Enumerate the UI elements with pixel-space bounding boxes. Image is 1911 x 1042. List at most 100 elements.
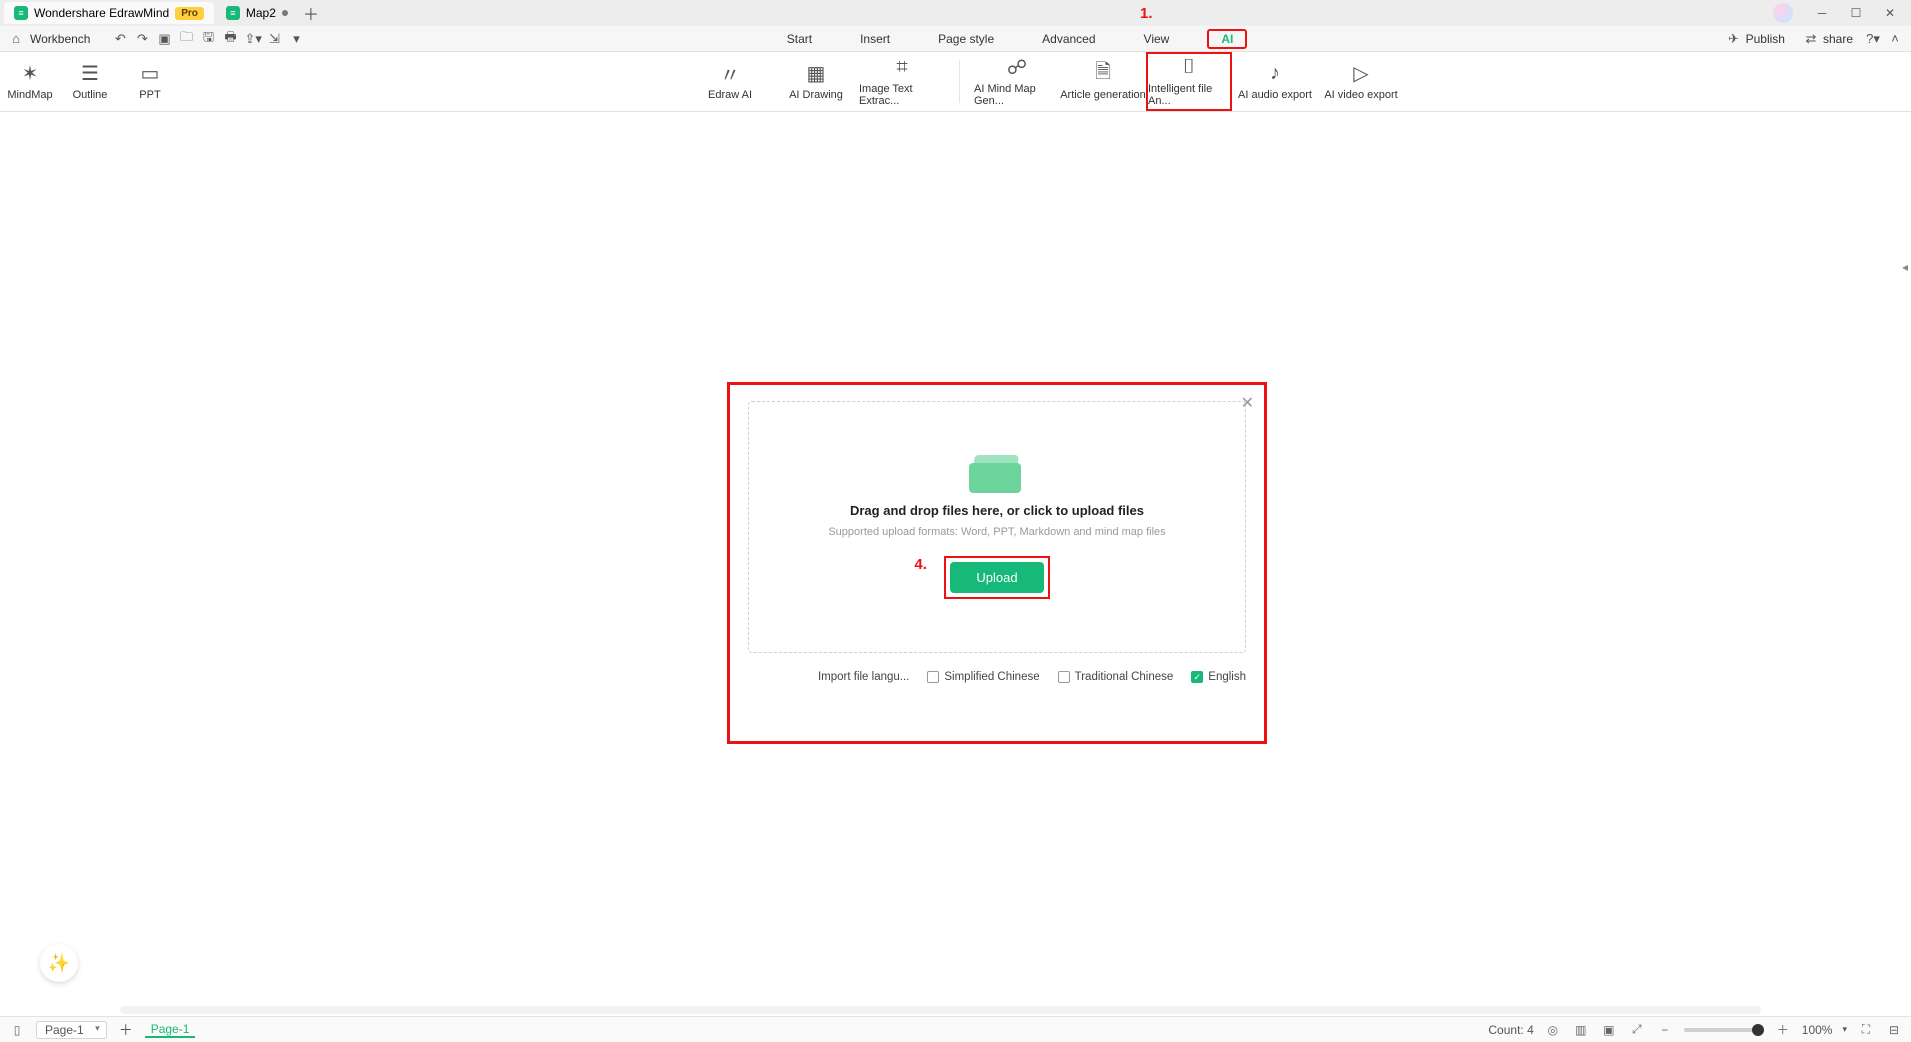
app-name-label: Wondershare EdrawMind bbox=[34, 6, 169, 20]
zoom-level-label[interactable]: 100% bbox=[1802, 1023, 1833, 1037]
ai-image-text-extract[interactable]: ⌗Image Text Extrac... bbox=[859, 52, 945, 111]
save-button[interactable]: 🖫 bbox=[200, 28, 216, 50]
article-icon: 🗎 bbox=[1095, 63, 1111, 85]
minimize-button[interactable]: ─ bbox=[1805, 1, 1839, 25]
open-file-button[interactable]: 🗀 bbox=[178, 28, 194, 50]
modal-close-button[interactable]: ✕ bbox=[1241, 393, 1254, 413]
drop-zone[interactable]: Drag and drop files here, or click to up… bbox=[748, 401, 1246, 653]
file-analysis-icon: ⌷ bbox=[1183, 57, 1195, 79]
lang-english[interactable]: ✓English bbox=[1191, 671, 1246, 683]
share-button[interactable]: ⇄share bbox=[1797, 31, 1859, 47]
maximize-button[interactable]: ☐ bbox=[1839, 1, 1873, 25]
fullscreen-button[interactable]: ⛶ bbox=[1857, 1022, 1875, 1037]
add-page-button[interactable]: ＋ bbox=[117, 1020, 135, 1040]
collapse-status-button[interactable]: ⊟ bbox=[1885, 1023, 1903, 1037]
more-toolbar-button[interactable]: ▾ bbox=[288, 31, 304, 47]
panel-toggle-button[interactable]: ▯ bbox=[8, 1023, 26, 1037]
outline-icon: ☰ bbox=[81, 63, 99, 85]
print-button[interactable]: 🖶 bbox=[222, 28, 238, 50]
upload-button-highlight: Upload bbox=[944, 556, 1049, 599]
menu-row: ⌂ Workbench ↶ ↷ ▣ 🗀 🖫 🖶 ⇪▾ ⇲ ▾ Start Ins… bbox=[0, 26, 1911, 52]
app-tab[interactable]: ≡ Wondershare EdrawMind Pro bbox=[4, 2, 214, 24]
import-button[interactable]: ⇲ bbox=[266, 31, 282, 47]
ai-drawing-icon: ▦ bbox=[807, 63, 826, 85]
presentation-icon[interactable]: ▣ bbox=[1600, 1023, 1618, 1037]
new-tab-button[interactable]: ＋ bbox=[300, 2, 322, 24]
drop-headline: Drag and drop files here, or click to up… bbox=[850, 503, 1144, 518]
menu-start[interactable]: Start bbox=[777, 29, 822, 49]
unsaved-dot-icon bbox=[282, 10, 288, 16]
close-window-button[interactable]: ✕ bbox=[1873, 1, 1907, 25]
redo-button[interactable]: ↷ bbox=[134, 31, 150, 47]
folder-icon bbox=[969, 455, 1025, 495]
ribbon: ✶MindMap ☰Outline ▭PPT 〃Edraw AI ▦AI Dra… bbox=[0, 52, 1911, 112]
horizontal-scrollbar[interactable] bbox=[120, 1006, 1761, 1014]
ai-mindmap-gen[interactable]: ☍AI Mind Map Gen... bbox=[974, 52, 1060, 111]
zoom-slider[interactable] bbox=[1684, 1028, 1764, 1032]
annotation-1: 1. bbox=[1140, 5, 1153, 22]
ai-assistant-bubble[interactable]: ✨ bbox=[40, 944, 78, 982]
ai-video-export[interactable]: ▷AI video export bbox=[1318, 52, 1404, 111]
checkbox-icon bbox=[1058, 671, 1070, 683]
ai-audio-export[interactable]: ♪AI audio export bbox=[1232, 52, 1318, 111]
ai-drawing[interactable]: ▦AI Drawing bbox=[773, 52, 859, 111]
lang-simplified-chinese[interactable]: Simplified Chinese bbox=[927, 671, 1039, 683]
annotation-4: 4. bbox=[914, 556, 927, 573]
document-tab[interactable]: ≡ Map2 bbox=[216, 2, 298, 24]
viewmode-mindmap[interactable]: ✶MindMap bbox=[0, 52, 60, 111]
mindmap-icon: ✶ bbox=[22, 63, 39, 85]
menu-insert[interactable]: Insert bbox=[850, 29, 900, 49]
user-avatar[interactable] bbox=[1773, 3, 1793, 23]
publish-button[interactable]: ✈Publish bbox=[1720, 31, 1791, 47]
ai-intelligent-file-analysis[interactable]: ⌷Intelligent file An... bbox=[1146, 52, 1232, 111]
edraw-ai-icon: 〃 bbox=[720, 63, 740, 85]
upload-button[interactable]: Upload bbox=[950, 562, 1043, 593]
upload-modal-highlight: ✕ Drag and drop files here, or click to … bbox=[727, 382, 1267, 744]
menu-ai[interactable]: AI bbox=[1207, 29, 1247, 49]
lang-traditional-chinese[interactable]: Traditional Chinese bbox=[1058, 671, 1174, 683]
home-icon[interactable]: ⌂ bbox=[8, 31, 24, 46]
zoom-out-button[interactable]: − bbox=[1656, 1023, 1674, 1037]
app-logo-icon: ≡ bbox=[14, 6, 28, 20]
focus-icon[interactable]: ◎ bbox=[1544, 1023, 1562, 1037]
checkbox-icon: ✓ bbox=[1191, 671, 1203, 683]
doc-logo-icon: ≡ bbox=[226, 6, 240, 20]
view-mode-group: ✶MindMap ☰Outline ▭PPT bbox=[0, 52, 180, 111]
undo-button[interactable]: ↶ bbox=[112, 31, 128, 47]
fit-icon[interactable]: ⤢ bbox=[1628, 1022, 1646, 1037]
ai-article-gen[interactable]: 🗎Article generation bbox=[1060, 52, 1146, 111]
status-bar: ▯ Page-1 ＋ Page-1 Count: 4 ◎ ▥ ▣ ⤢ − ＋ 1… bbox=[0, 1016, 1911, 1042]
video-export-icon: ▷ bbox=[1353, 63, 1368, 85]
import-lang-label: Import file langu... bbox=[818, 671, 909, 683]
publish-icon: ✈ bbox=[1726, 31, 1742, 47]
ai-tool-group: 〃Edraw AI ▦AI Drawing ⌗Image Text Extrac… bbox=[687, 52, 1404, 111]
ai-edraw[interactable]: 〃Edraw AI bbox=[687, 52, 773, 111]
upload-modal: ✕ Drag and drop files here, or click to … bbox=[730, 385, 1264, 741]
audio-export-icon: ♪ bbox=[1270, 63, 1280, 85]
page-selector[interactable]: Page-1 bbox=[36, 1021, 107, 1039]
checkbox-icon bbox=[927, 671, 939, 683]
split-view-icon[interactable]: ▥ bbox=[1572, 1023, 1590, 1037]
main-menu: Start Insert Page style Advanced View AI bbox=[312, 29, 1711, 49]
zoom-slider-knob[interactable] bbox=[1752, 1024, 1764, 1036]
node-count-label: Count: 4 bbox=[1488, 1023, 1533, 1037]
titlebar: ≡ Wondershare EdrawMind Pro ≡ Map2 ＋ ─ ☐… bbox=[0, 0, 1911, 26]
page-tab[interactable]: Page-1 bbox=[145, 1022, 196, 1038]
drop-subtext: Supported upload formats: Word, PPT, Mar… bbox=[828, 526, 1165, 538]
document-tab-label: Map2 bbox=[246, 6, 276, 20]
new-file-button[interactable]: ▣ bbox=[156, 31, 172, 47]
import-language-row: Import file langu... Simplified Chinese … bbox=[748, 671, 1246, 683]
ppt-icon: ▭ bbox=[141, 63, 160, 85]
menu-pagestyle[interactable]: Page style bbox=[928, 29, 1004, 49]
workbench-label[interactable]: Workbench bbox=[30, 32, 90, 46]
collapse-ribbon-button[interactable]: ˄ bbox=[1887, 31, 1903, 46]
zoom-in-button[interactable]: ＋ bbox=[1774, 1021, 1792, 1038]
pro-badge: Pro bbox=[175, 7, 204, 20]
viewmode-ppt[interactable]: ▭PPT bbox=[120, 52, 180, 111]
export-button[interactable]: ⇪▾ bbox=[244, 31, 260, 47]
right-panel-grip[interactable]: ◂ bbox=[1899, 252, 1911, 282]
viewmode-outline[interactable]: ☰Outline bbox=[60, 52, 120, 111]
help-button[interactable]: ?▾ bbox=[1865, 31, 1881, 47]
menu-advanced[interactable]: Advanced bbox=[1032, 29, 1105, 49]
menu-view[interactable]: View bbox=[1134, 29, 1180, 49]
